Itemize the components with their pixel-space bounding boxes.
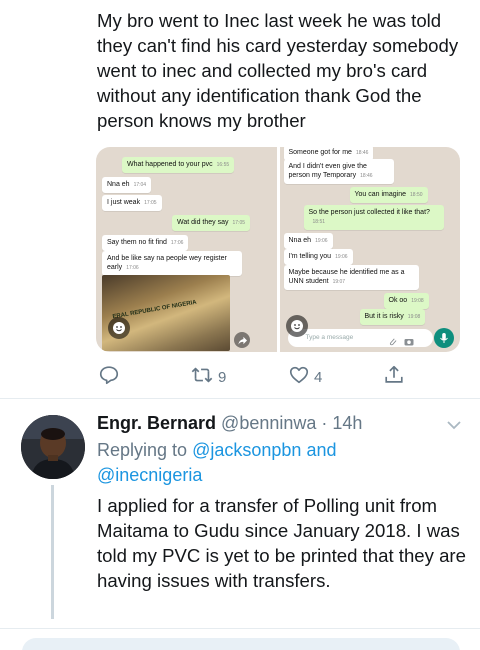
tweet-main: My bro went to Inec last week he was tol…: [0, 0, 480, 398]
chat-message-text: So the person just collected it like tha…: [308, 209, 430, 216]
chat-bubble: Say them no fit find 17:06: [102, 235, 189, 251]
chat-time: 19:08: [407, 314, 421, 320]
chat-message-text: You can imagine: [354, 191, 407, 198]
camera-icon[interactable]: [404, 333, 414, 351]
replying-prefix: Replying to: [97, 440, 188, 460]
chat-bubble: I'm telling you 19:06: [283, 249, 353, 265]
chevron-down-icon[interactable]: [446, 417, 462, 435]
chat-message-text: And I didn't even give the person my Tem…: [288, 163, 367, 179]
mention-link[interactable]: @inecnigeria: [97, 465, 202, 485]
chat-time: 19:07: [332, 279, 346, 285]
share-icon: [383, 364, 405, 390]
replying-to: Replying to @jacksonpbn and @inecnigeria: [97, 438, 467, 488]
like-count: 4: [314, 368, 323, 386]
chat-message-text: I'm telling you: [288, 253, 332, 260]
tweet-text: My bro went to Inec last week he was tol…: [97, 10, 459, 131]
chat-time: 17:04: [133, 182, 147, 188]
display-name[interactable]: Engr. Bernard: [97, 413, 216, 433]
chat-bubble: I just weak 17:05: [102, 195, 162, 211]
chat-time: 18:51: [312, 219, 326, 225]
chat-time: 18:46: [360, 173, 373, 179]
chat-message-text: What happened to your pvc: [127, 161, 213, 168]
reply-icon: [98, 364, 120, 390]
chat-time: 18:46: [355, 150, 369, 156]
reply-tweet[interactable]: Engr. Bernard @benninwa · 14h Replying t…: [0, 399, 480, 629]
chat-bubble: Nna eh 19:06: [283, 233, 333, 249]
chat-message-text: I just weak: [107, 199, 141, 206]
chat-screenshot-right[interactable]: Someone got for me 18:46 And I didn't eve…: [279, 147, 460, 352]
chat-message-text: Nna eh: [107, 181, 130, 188]
chat-time: 19:06: [335, 254, 348, 260]
chat-message-text: Nna eh: [288, 237, 312, 244]
chat-time: 17:05: [144, 200, 157, 206]
mention-link[interactable]: @jacksonpbn: [192, 440, 301, 460]
retweet-count: 9: [218, 368, 227, 386]
chat-screenshot-left[interactable]: What happened to your pvc 16:55 Nna eh 17:…: [96, 147, 277, 352]
chat-time: 16:55: [216, 162, 230, 168]
chat-time: 19:06: [315, 238, 328, 244]
chat-bubble: You can imagine 18:50: [349, 187, 428, 203]
chat-message-text: And be like say na people wey register e…: [107, 255, 227, 271]
chat-message-text: Say them no fit find: [107, 239, 167, 246]
chat-message-text: Wat did they say: [177, 219, 229, 226]
chat-time: 19:08: [411, 298, 424, 304]
chat-bubble: Nna eh 17:04: [102, 177, 152, 193]
reply-header: Engr. Bernard @benninwa · 14h: [97, 412, 362, 434]
chat-bubble: But it is risky 19:08: [359, 309, 426, 325]
tweet-media[interactable]: What happened to your pvc 16:55 Nna eh 17:…: [96, 147, 460, 352]
avatar[interactable]: [21, 415, 85, 479]
sticker-icon[interactable]: [108, 317, 130, 339]
attach-icon[interactable]: [388, 333, 397, 351]
chat-time: 17:05: [232, 220, 246, 226]
chat-time: 17:06: [126, 265, 139, 271]
user-handle[interactable]: @benninwa: [221, 413, 316, 433]
forward-icon[interactable]: [234, 332, 250, 348]
reply-text: I applied for a transfer of Polling unit…: [97, 495, 466, 591]
tweet-actions: 9 4: [96, 364, 416, 390]
like-icon: [288, 364, 310, 390]
timestamp: · 14h: [321, 413, 363, 433]
chat-bubble: Maybe because he identified me as a UNN …: [283, 265, 419, 290]
like-button[interactable]: 4: [288, 364, 322, 390]
divider: [0, 628, 480, 629]
chat-time: 18:50: [410, 192, 423, 198]
reply-button[interactable]: [98, 364, 124, 390]
and-word: and: [306, 440, 337, 460]
chat-bubble: And I didn't even give the person my Tem…: [283, 159, 394, 184]
reply-compose-box[interactable]: [22, 638, 460, 650]
thread-line: [51, 485, 54, 619]
retweet-button[interactable]: 9: [190, 364, 226, 390]
chat-bubble: Ok oo 19:08: [383, 293, 429, 309]
chat-bubble: And be like say na people wey register e…: [102, 251, 242, 276]
chat-time: 17:06: [170, 240, 184, 246]
chat-bubble: Wat did they say 17:05: [172, 215, 251, 231]
chat-bubble: What happened to your pvc 16:55: [122, 157, 235, 173]
sticker-icon[interactable]: [285, 315, 308, 337]
chat-message-text: But it is risky: [364, 313, 404, 320]
retweet-icon: [190, 364, 214, 390]
chat-message-text: Maybe because he identified me as a UNN …: [288, 269, 405, 285]
chat-bubble: So the person just collected it like tha…: [303, 205, 444, 230]
chat-message-text: Someone got for me: [288, 149, 352, 156]
chat-message-text: Ok oo: [388, 297, 408, 304]
share-button[interactable]: [383, 364, 405, 390]
microphone-icon[interactable]: [434, 328, 454, 348]
